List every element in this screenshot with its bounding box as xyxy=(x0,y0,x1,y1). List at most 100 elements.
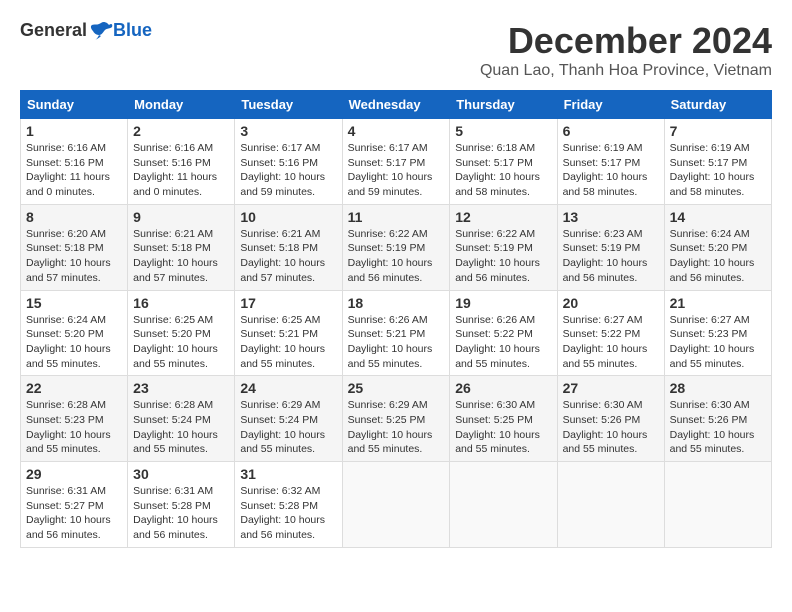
sunrise-label: Sunrise: 6:19 AM xyxy=(670,142,750,154)
day-info: Sunrise: 6:28 AM Sunset: 5:24 PM Dayligh… xyxy=(133,398,229,457)
day-number: 17 xyxy=(240,295,336,311)
week-row-1: 1 Sunrise: 6:16 AM Sunset: 5:16 PM Dayli… xyxy=(21,119,772,205)
sunset-label: Sunset: 5:17 PM xyxy=(455,157,533,169)
calendar-day-cell: 17 Sunrise: 6:25 AM Sunset: 5:21 PM Dayl… xyxy=(235,290,342,376)
day-number: 11 xyxy=(348,209,445,225)
header-wednesday: Wednesday xyxy=(342,91,450,119)
calendar-day-cell: 15 Sunrise: 6:24 AM Sunset: 5:20 PM Dayl… xyxy=(21,290,128,376)
day-number: 19 xyxy=(455,295,551,311)
calendar-day-cell: 26 Sunrise: 6:30 AM Sunset: 5:25 PM Dayl… xyxy=(450,376,557,462)
day-info: Sunrise: 6:18 AM Sunset: 5:17 PM Dayligh… xyxy=(455,141,551,200)
day-info: Sunrise: 6:24 AM Sunset: 5:20 PM Dayligh… xyxy=(26,313,122,372)
daylight-label: Daylight: 10 hours and 55 minutes. xyxy=(133,429,218,456)
sunrise-label: Sunrise: 6:24 AM xyxy=(26,314,106,326)
header-monday: Monday xyxy=(128,91,235,119)
sunset-label: Sunset: 5:20 PM xyxy=(670,242,748,254)
day-info: Sunrise: 6:26 AM Sunset: 5:22 PM Dayligh… xyxy=(455,313,551,372)
day-info: Sunrise: 6:27 AM Sunset: 5:23 PM Dayligh… xyxy=(670,313,766,372)
daylight-label: Daylight: 10 hours and 55 minutes. xyxy=(670,429,755,456)
calendar-day-cell: 16 Sunrise: 6:25 AM Sunset: 5:20 PM Dayl… xyxy=(128,290,235,376)
sunrise-label: Sunrise: 6:25 AM xyxy=(240,314,320,326)
sunset-label: Sunset: 5:17 PM xyxy=(348,157,426,169)
calendar-day-cell: 28 Sunrise: 6:30 AM Sunset: 5:26 PM Dayl… xyxy=(664,376,771,462)
day-info: Sunrise: 6:31 AM Sunset: 5:27 PM Dayligh… xyxy=(26,484,122,543)
day-info: Sunrise: 6:25 AM Sunset: 5:21 PM Dayligh… xyxy=(240,313,336,372)
calendar-day-cell: 9 Sunrise: 6:21 AM Sunset: 5:18 PM Dayli… xyxy=(128,204,235,290)
daylight-label: Daylight: 10 hours and 59 minutes. xyxy=(348,171,433,198)
day-number: 18 xyxy=(348,295,445,311)
sunrise-label: Sunrise: 6:24 AM xyxy=(670,228,750,240)
daylight-label: Daylight: 10 hours and 55 minutes. xyxy=(240,429,325,456)
sunrise-label: Sunrise: 6:21 AM xyxy=(240,228,320,240)
day-info: Sunrise: 6:21 AM Sunset: 5:18 PM Dayligh… xyxy=(240,227,336,286)
day-info: Sunrise: 6:21 AM Sunset: 5:18 PM Dayligh… xyxy=(133,227,229,286)
sunset-label: Sunset: 5:26 PM xyxy=(670,414,748,426)
sunset-label: Sunset: 5:25 PM xyxy=(455,414,533,426)
calendar-day-cell: 1 Sunrise: 6:16 AM Sunset: 5:16 PM Dayli… xyxy=(21,119,128,205)
daylight-label: Daylight: 10 hours and 56 minutes. xyxy=(563,257,648,284)
calendar-day-cell xyxy=(342,462,450,548)
calendar-day-cell xyxy=(557,462,664,548)
calendar-day-cell: 29 Sunrise: 6:31 AM Sunset: 5:27 PM Dayl… xyxy=(21,462,128,548)
sunset-label: Sunset: 5:18 PM xyxy=(133,242,211,254)
daylight-label: Daylight: 10 hours and 55 minutes. xyxy=(240,343,325,370)
day-number: 24 xyxy=(240,380,336,396)
sunrise-label: Sunrise: 6:31 AM xyxy=(133,485,213,497)
sunset-label: Sunset: 5:17 PM xyxy=(563,157,641,169)
logo-bird-icon xyxy=(89,21,113,41)
daylight-label: Daylight: 10 hours and 58 minutes. xyxy=(563,171,648,198)
sunset-label: Sunset: 5:17 PM xyxy=(670,157,748,169)
sunset-label: Sunset: 5:24 PM xyxy=(240,414,318,426)
day-info: Sunrise: 6:26 AM Sunset: 5:21 PM Dayligh… xyxy=(348,313,445,372)
daylight-label: Daylight: 10 hours and 56 minutes. xyxy=(26,514,111,541)
daylight-label: Daylight: 10 hours and 55 minutes. xyxy=(455,429,540,456)
day-number: 31 xyxy=(240,466,336,482)
daylight-label: Daylight: 10 hours and 55 minutes. xyxy=(563,343,648,370)
sunrise-label: Sunrise: 6:21 AM xyxy=(133,228,213,240)
sunrise-label: Sunrise: 6:25 AM xyxy=(133,314,213,326)
sunset-label: Sunset: 5:18 PM xyxy=(26,242,104,254)
week-row-4: 22 Sunrise: 6:28 AM Sunset: 5:23 PM Dayl… xyxy=(21,376,772,462)
day-info: Sunrise: 6:29 AM Sunset: 5:24 PM Dayligh… xyxy=(240,398,336,457)
sunrise-label: Sunrise: 6:18 AM xyxy=(455,142,535,154)
calendar-table: Sunday Monday Tuesday Wednesday Thursday… xyxy=(20,90,772,548)
day-number: 29 xyxy=(26,466,122,482)
sunrise-label: Sunrise: 6:30 AM xyxy=(563,399,643,411)
day-info: Sunrise: 6:17 AM Sunset: 5:16 PM Dayligh… xyxy=(240,141,336,200)
location-subtitle: Quan Lao, Thanh Hoa Province, Vietnam xyxy=(480,62,772,80)
daylight-label: Daylight: 10 hours and 55 minutes. xyxy=(133,343,218,370)
day-number: 10 xyxy=(240,209,336,225)
calendar-day-cell: 18 Sunrise: 6:26 AM Sunset: 5:21 PM Dayl… xyxy=(342,290,450,376)
daylight-label: Daylight: 10 hours and 55 minutes. xyxy=(348,429,433,456)
day-number: 21 xyxy=(670,295,766,311)
day-info: Sunrise: 6:17 AM Sunset: 5:17 PM Dayligh… xyxy=(348,141,445,200)
day-info: Sunrise: 6:30 AM Sunset: 5:25 PM Dayligh… xyxy=(455,398,551,457)
header-thursday: Thursday xyxy=(450,91,557,119)
day-number: 8 xyxy=(26,209,122,225)
day-number: 23 xyxy=(133,380,229,396)
calendar-day-cell: 23 Sunrise: 6:28 AM Sunset: 5:24 PM Dayl… xyxy=(128,376,235,462)
calendar-day-cell: 11 Sunrise: 6:22 AM Sunset: 5:19 PM Dayl… xyxy=(342,204,450,290)
sunset-label: Sunset: 5:22 PM xyxy=(455,328,533,340)
day-number: 25 xyxy=(348,380,445,396)
title-section: December 2024 Quan Lao, Thanh Hoa Provin… xyxy=(480,20,772,80)
sunrise-label: Sunrise: 6:30 AM xyxy=(455,399,535,411)
sunrise-label: Sunrise: 6:27 AM xyxy=(563,314,643,326)
daylight-label: Daylight: 10 hours and 57 minutes. xyxy=(26,257,111,284)
sunset-label: Sunset: 5:21 PM xyxy=(240,328,318,340)
calendar-day-cell: 30 Sunrise: 6:31 AM Sunset: 5:28 PM Dayl… xyxy=(128,462,235,548)
calendar-day-cell: 10 Sunrise: 6:21 AM Sunset: 5:18 PM Dayl… xyxy=(235,204,342,290)
day-info: Sunrise: 6:23 AM Sunset: 5:19 PM Dayligh… xyxy=(563,227,659,286)
sunset-label: Sunset: 5:23 PM xyxy=(670,328,748,340)
calendar-day-cell: 7 Sunrise: 6:19 AM Sunset: 5:17 PM Dayli… xyxy=(664,119,771,205)
sunrise-label: Sunrise: 6:22 AM xyxy=(348,228,428,240)
sunrise-label: Sunrise: 6:17 AM xyxy=(240,142,320,154)
daylight-label: Daylight: 10 hours and 56 minutes. xyxy=(670,257,755,284)
day-info: Sunrise: 6:16 AM Sunset: 5:16 PM Dayligh… xyxy=(26,141,122,200)
daylight-label: Daylight: 10 hours and 59 minutes. xyxy=(240,171,325,198)
daylight-label: Daylight: 10 hours and 55 minutes. xyxy=(670,343,755,370)
calendar-day-cell: 12 Sunrise: 6:22 AM Sunset: 5:19 PM Dayl… xyxy=(450,204,557,290)
day-info: Sunrise: 6:19 AM Sunset: 5:17 PM Dayligh… xyxy=(563,141,659,200)
day-info: Sunrise: 6:28 AM Sunset: 5:23 PM Dayligh… xyxy=(26,398,122,457)
sunrise-label: Sunrise: 6:16 AM xyxy=(133,142,213,154)
